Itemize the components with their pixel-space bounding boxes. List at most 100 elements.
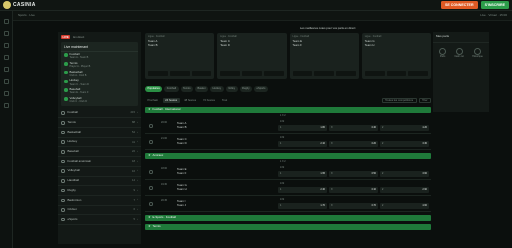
- odd-button[interactable]: 1 2.40: [278, 187, 327, 193]
- top-bar: CASINIA SE CONNECTER S'INSCRIRE: [0, 0, 512, 11]
- odd-button[interactable]: 1 2.10: [278, 141, 327, 147]
- live-item[interactable]: Basketball Club A - Club B: [61, 69, 138, 78]
- live-item[interactable]: Football Team A - Team B: [61, 52, 138, 61]
- odd-button[interactable]: [169, 71, 190, 76]
- odd-button[interactable]: X 3.40: [329, 125, 378, 131]
- live-item[interactable]: Hockey Team C - Team D: [61, 78, 138, 87]
- odd-button[interactable]: 2 3.30: [380, 141, 429, 147]
- sport-pill[interactable]: Populaires: [145, 86, 163, 92]
- sport-pill[interactable]: Tennis: [180, 86, 193, 92]
- featured-event-card[interactable]: Ligue · Football Team E Team F: [289, 33, 359, 79]
- odd-button[interactable]: 1 1.70: [278, 203, 327, 209]
- time-tab[interactable]: Tout: [220, 98, 230, 103]
- odd-button[interactable]: [314, 71, 334, 76]
- time-tab[interactable]: 24 heures: [162, 98, 180, 103]
- featured-event-card[interactable]: Ligue · Football Team C Team D: [217, 33, 287, 79]
- sport-pill[interactable]: Volley: [225, 86, 238, 92]
- time-tab[interactable]: 48 heures: [182, 98, 199, 103]
- odd-button[interactable]: 1 1.80: [278, 125, 327, 131]
- odd-button[interactable]: [364, 71, 385, 76]
- live-item-text: Hockey Team C - Team D: [70, 78, 89, 85]
- virtual-icon[interactable]: [4, 79, 9, 84]
- odd-button[interactable]: [292, 71, 313, 76]
- sidebar-sport-item[interactable]: Tennis 88 ›: [58, 118, 141, 129]
- odd-button[interactable]: X 3.20: [329, 141, 378, 147]
- sidebar-sport-item[interactable]: Baseball 22 ›: [58, 147, 141, 158]
- live-now-title: Live maintenant: [61, 44, 138, 52]
- odd-button[interactable]: [148, 71, 168, 76]
- time-tab[interactable]: 72 heures: [201, 98, 218, 103]
- sidebar-sport-item[interactable]: Football 215 ›: [58, 109, 141, 119]
- sidebar-sport-item[interactable]: Basketball 54 ›: [58, 128, 141, 138]
- sidebar-sport-item[interactable]: Badminton 7 ›: [58, 196, 141, 206]
- odd-button[interactable]: [220, 71, 240, 76]
- help-icon[interactable]: [4, 103, 9, 108]
- sidebar-sport-item[interactable]: Football américain 18 ›: [58, 157, 141, 167]
- odd-button[interactable]: X 3.50: [329, 171, 378, 177]
- match-row[interactable]: 20:45 Team I Team J 1X2 1 1.70 X 3.70 2 4.60: [145, 197, 431, 212]
- favorite-icon[interactable]: [149, 186, 153, 190]
- odd-button[interactable]: X 3.10: [329, 187, 378, 193]
- competition-header[interactable]: ★ E-Sports · Football: [145, 215, 431, 221]
- match-row[interactable]: 18:00 Team E Team F 1X2 1 1.95 X 3.50 2 3.60: [145, 165, 431, 180]
- bet-slip-tool[interactable]: Cash out: [454, 47, 464, 59]
- odd-button[interactable]: 2 4.60: [380, 203, 429, 209]
- odd-button[interactable]: 2 4.20: [380, 125, 429, 131]
- filter-dropdown[interactable]: Trier: [418, 98, 431, 103]
- match-row[interactable]: 21:00 Team C Team D 1X2 1 2.10 X 3.20 2 3.30: [145, 135, 431, 150]
- competition-header[interactable]: ★ Tennis: [145, 224, 431, 230]
- sidebar-sport-item[interactable]: Cricket 6 ›: [58, 206, 141, 216]
- match-row[interactable]: 20:00 Team A Team B 1X2 1 1.80 X 3.40 2 4.20: [145, 119, 431, 134]
- odd-button[interactable]: 2 2.90: [380, 187, 429, 193]
- odd-button[interactable]: [386, 71, 407, 76]
- sports-icon[interactable]: [4, 19, 9, 24]
- favorite-icon[interactable]: [149, 124, 153, 128]
- sport-pill[interactable]: eSports: [254, 86, 268, 92]
- breadcrumb[interactable]: Sports · Live: [18, 13, 35, 18]
- bet-slip-tool[interactable]: Paris: [439, 47, 447, 59]
- sidebar-sport-item[interactable]: Volleyball 16 ›: [58, 167, 141, 177]
- odd-outcome: 2: [382, 141, 384, 145]
- odd-button[interactable]: 2 3.60: [380, 171, 429, 177]
- brand-logo[interactable]: CASINIA: [3, 1, 36, 9]
- odd-button[interactable]: [263, 71, 284, 76]
- featured-event-card[interactable]: Ligue · Football Team G Team H: [361, 33, 431, 79]
- sport-name: Football américain: [67, 158, 92, 163]
- match-row[interactable]: 19:30 Team G Team H 1X2 1 2.40 X 3.10 2 2.90: [145, 181, 431, 196]
- favorite-icon[interactable]: [149, 170, 153, 174]
- sport-pill[interactable]: Football: [164, 86, 179, 92]
- odd-button[interactable]: [336, 71, 356, 76]
- login-button[interactable]: SE CONNECTER: [441, 0, 478, 10]
- odd-button[interactable]: [191, 71, 212, 76]
- promotions-icon[interactable]: [4, 55, 9, 60]
- competition-header[interactable]: ★ Amicaux: [145, 153, 431, 159]
- sidebar-sport-item[interactable]: Rugby 9 ›: [58, 186, 141, 196]
- live-item-text: Basketball Club A - Club B: [70, 70, 87, 77]
- bet-slip-tool[interactable]: Historique: [472, 47, 483, 59]
- sport-pill[interactable]: Rugby: [239, 86, 253, 92]
- favorite-icon[interactable]: [149, 202, 153, 206]
- odd-button[interactable]: X 3.70: [329, 203, 378, 209]
- featured-event-card[interactable]: Ligue · Football Team A Team B: [145, 33, 215, 79]
- sport-pill[interactable]: Hockey: [209, 86, 224, 92]
- casino-icon[interactable]: [4, 43, 9, 48]
- live-item[interactable]: Tennis Player A - Player B: [61, 61, 138, 70]
- sidebar-sport-item[interactable]: eSports 5 ›: [58, 215, 141, 225]
- odd-button[interactable]: [408, 71, 428, 76]
- sidebar-sport-item[interactable]: Handball 14 ›: [58, 177, 141, 187]
- event-league: Ligue · Football: [148, 35, 165, 38]
- live-item[interactable]: Baseball Team E - Team F: [61, 87, 138, 96]
- competition-header[interactable]: ★ Football · International: [145, 107, 431, 113]
- signup-button[interactable]: S'INSCRIRE: [480, 0, 509, 10]
- odd-button[interactable]: 1 1.95: [278, 171, 327, 177]
- live-icon[interactable]: [4, 31, 9, 36]
- sidebar-sport-item[interactable]: Hockey 41 ›: [58, 138, 141, 148]
- stats-icon[interactable]: [4, 67, 9, 72]
- odd-button[interactable]: [242, 71, 262, 76]
- results-icon[interactable]: [4, 91, 9, 96]
- favorite-icon[interactable]: [149, 140, 153, 144]
- live-item[interactable]: Volleyball Club C - Club D: [61, 96, 138, 105]
- filter-dropdown[interactable]: Toutes les compétitions: [381, 98, 417, 103]
- time-tab[interactable]: Prochain: [145, 98, 161, 103]
- sport-pill[interactable]: Basket: [195, 86, 208, 92]
